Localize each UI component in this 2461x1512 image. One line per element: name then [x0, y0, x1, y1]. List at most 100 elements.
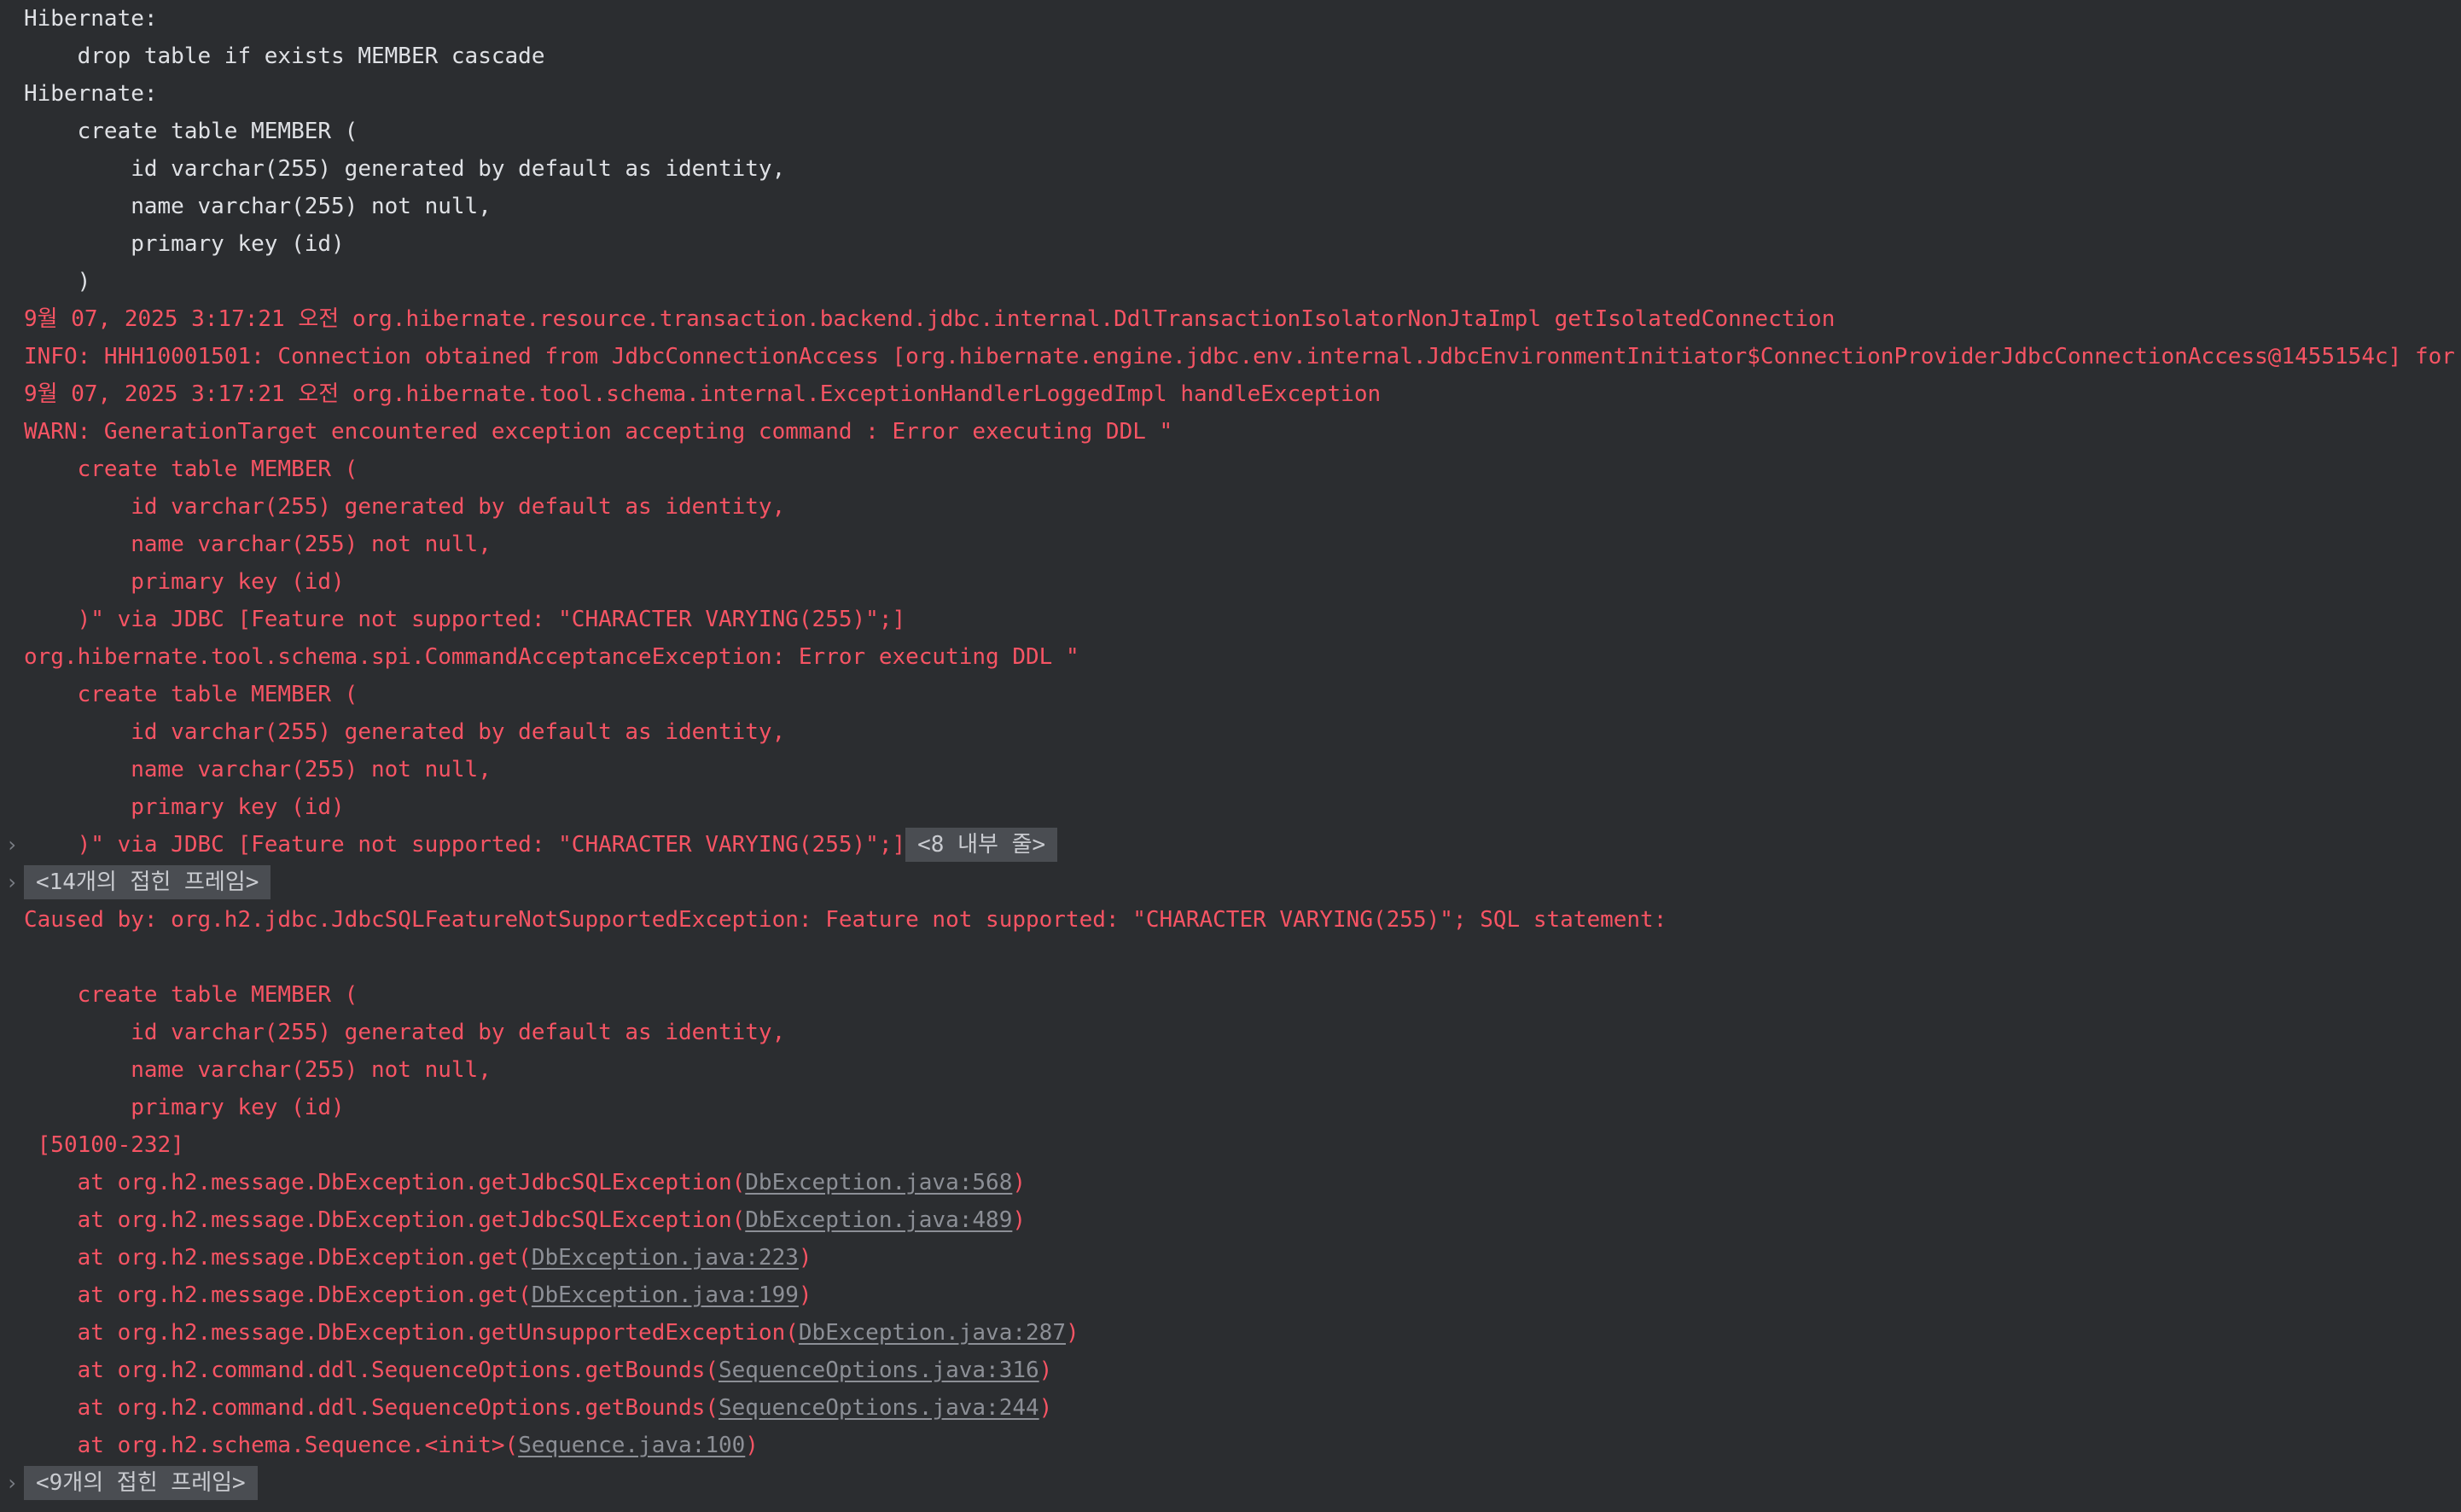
log-text: INFO: HHH10001501: Connection obtained f…	[24, 344, 2455, 369]
console-line: create table MEMBER (	[0, 113, 2461, 150]
stack-frame-suffix: )	[1039, 1395, 1053, 1421]
stack-frame-text: at org.h2.schema.Sequence.<init>(	[24, 1433, 519, 1458]
console-line: at org.h2.message.DbException.get(DbExce…	[0, 1239, 2461, 1276]
console-line: Hibernate:	[0, 0, 2461, 38]
console-line: name varchar(255) not null,	[0, 526, 2461, 563]
log-text: WARN: GenerationTarget encountered excep…	[24, 419, 1173, 445]
console-line: Caused by: org.h2.jdbc.JdbcSQLFeatureNot…	[0, 901, 2461, 939]
console-line: org.hibernate.tool.schema.spi.CommandAcc…	[0, 638, 2461, 676]
log-text: Hibernate:	[24, 81, 172, 107]
stack-frame-suffix: )	[1012, 1207, 1027, 1233]
console-line: WARN: GenerationTarget encountered excep…	[0, 413, 2461, 451]
log-text: id varchar(255) generated by default as …	[24, 719, 786, 745]
log-text: 9월 07, 2025 3:17:21 오전 org.hibernate.too…	[24, 381, 1382, 407]
stack-frame-text: at org.h2.command.ddl.SequenceOptions.ge…	[24, 1395, 719, 1421]
console-line: create table MEMBER (	[0, 676, 2461, 713]
folded-frames-chip[interactable]: <9개의 접힌 프레임>	[24, 1466, 258, 1500]
folded-internal-lines-chip[interactable]: <8 내부 줄>	[905, 828, 1058, 862]
console-line: › <9개의 접힌 프레임>	[0, 1464, 2461, 1502]
log-text: drop table if exists MEMBER cascade	[24, 44, 559, 69]
chevron-right-icon[interactable]: ›	[5, 864, 19, 901]
console-line: at org.h2.message.DbException.get(DbExce…	[0, 1276, 2461, 1314]
log-text: 9월 07, 2025 3:17:21 오전 org.hibernate.res…	[24, 306, 1836, 332]
log-text: name varchar(255) not null,	[24, 532, 492, 557]
log-text: Hibernate:	[24, 6, 172, 32]
console-line: › )" via JDBC [Feature not supported: "C…	[0, 826, 2461, 864]
console-line: at org.h2.command.ddl.SequenceOptions.ge…	[0, 1352, 2461, 1389]
log-text: primary key (id)	[24, 1095, 345, 1120]
console-line: )	[0, 263, 2461, 300]
source-link[interactable]: SequenceOptions.java:244	[719, 1395, 1039, 1421]
console-line: name varchar(255) not null,	[0, 751, 2461, 788]
stack-frame-suffix: )	[798, 1282, 812, 1308]
console-line: at org.h2.schema.Sequence.<init>(Sequenc…	[0, 1427, 2461, 1464]
log-text: )	[24, 269, 91, 294]
console-line: id varchar(255) generated by default as …	[0, 713, 2461, 751]
chevron-right-icon[interactable]: ›	[5, 1464, 19, 1502]
console-line: id varchar(255) generated by default as …	[0, 488, 2461, 526]
source-link[interactable]: DbException.java:199	[532, 1282, 799, 1308]
log-text: id varchar(255) generated by default as …	[24, 1020, 786, 1045]
log-text: create table MEMBER (	[24, 982, 358, 1008]
console-line: Hibernate:	[0, 75, 2461, 113]
log-text: id varchar(255) generated by default as …	[24, 494, 786, 520]
log-text: Caused by: org.h2.jdbc.JdbcSQLFeatureNot…	[24, 907, 1667, 933]
log-text: primary key (id)	[24, 794, 345, 820]
log-text: id varchar(255) generated by default as …	[24, 156, 786, 182]
console-line: name varchar(255) not null,	[0, 188, 2461, 225]
stack-frame-text: at org.h2.message.DbException.get(	[24, 1245, 532, 1271]
stack-frame-suffix: )	[745, 1433, 759, 1458]
console-line: id varchar(255) generated by default as …	[0, 1014, 2461, 1051]
console-line: at org.h2.command.ddl.SequenceOptions.ge…	[0, 1389, 2461, 1427]
console-line: at org.h2.message.DbException.getUnsuppo…	[0, 1314, 2461, 1352]
console-line: [50100-232]	[0, 1126, 2461, 1164]
stack-frame-text: at org.h2.message.DbException.getJdbcSQL…	[24, 1170, 746, 1195]
stack-frame-text: at org.h2.message.DbException.get(	[24, 1282, 532, 1308]
console-line: primary key (id)	[0, 225, 2461, 263]
log-text: create table MEMBER (	[24, 119, 358, 144]
console-line: primary key (id)	[0, 1089, 2461, 1126]
console-line: id varchar(255) generated by default as …	[0, 150, 2461, 188]
stack-frame-text: at org.h2.message.DbException.getJdbcSQL…	[24, 1207, 746, 1233]
log-text: name varchar(255) not null,	[24, 194, 492, 219]
chevron-right-icon[interactable]: ›	[5, 826, 19, 864]
stack-frame-suffix: )	[1065, 1320, 1079, 1346]
console-line: primary key (id)	[0, 563, 2461, 601]
console-line: 9월 07, 2025 3:17:21 오전 org.hibernate.too…	[0, 375, 2461, 413]
source-link[interactable]: DbException.java:223	[532, 1245, 799, 1271]
source-link[interactable]: Sequence.java:100	[518, 1433, 745, 1458]
log-text: create table MEMBER (	[24, 457, 358, 482]
log-text: create table MEMBER (	[24, 682, 358, 707]
console-line: at org.h2.message.DbException.getJdbcSQL…	[0, 1201, 2461, 1239]
console-line: create table MEMBER (	[0, 451, 2461, 488]
log-text: name varchar(255) not null,	[24, 757, 492, 782]
log-text: [50100-232]	[24, 1132, 184, 1158]
log-text: primary key (id)	[24, 569, 345, 595]
stack-frame-suffix: )	[798, 1245, 812, 1271]
console-output[interactable]: Hibernate: drop table if exists MEMBER c…	[0, 0, 2461, 1512]
stack-frame-suffix: )	[1012, 1170, 1027, 1195]
folded-frames-chip[interactable]: <14개의 접힌 프레임>	[24, 865, 271, 899]
stack-frame-text: at org.h2.message.DbException.getUnsuppo…	[24, 1320, 799, 1346]
log-text: )" via JDBC [Feature not supported: "CHA…	[24, 607, 906, 632]
console-line: at org.h2.message.DbException.getJdbcSQL…	[0, 1164, 2461, 1201]
source-link[interactable]: DbException.java:489	[745, 1207, 1012, 1233]
console-line: 9월 07, 2025 3:17:21 오전 org.hibernate.res…	[0, 300, 2461, 338]
console-line: primary key (id)	[0, 788, 2461, 826]
log-text: primary key (id)	[24, 231, 345, 257]
log-text: )" via JDBC [Feature not supported: "CHA…	[24, 832, 906, 858]
stack-frame-text: at org.h2.command.ddl.SequenceOptions.ge…	[24, 1358, 719, 1383]
source-link[interactable]: SequenceOptions.java:316	[719, 1358, 1039, 1383]
stack-frame-suffix: )	[1039, 1358, 1053, 1383]
console-line: name varchar(255) not null,	[0, 1051, 2461, 1089]
console-line: › <14개의 접힌 프레임>	[0, 864, 2461, 901]
console-line: INFO: HHH10001501: Connection obtained f…	[0, 338, 2461, 375]
source-link[interactable]: DbException.java:287	[799, 1320, 1066, 1346]
console-line: drop table if exists MEMBER cascade	[0, 38, 2461, 75]
console-line: create table MEMBER (	[0, 976, 2461, 1014]
source-link[interactable]: DbException.java:568	[745, 1170, 1012, 1195]
log-text: name varchar(255) not null,	[24, 1057, 492, 1083]
console-line: )" via JDBC [Feature not supported: "CHA…	[0, 601, 2461, 638]
log-text: org.hibernate.tool.schema.spi.CommandAcc…	[24, 644, 1079, 670]
